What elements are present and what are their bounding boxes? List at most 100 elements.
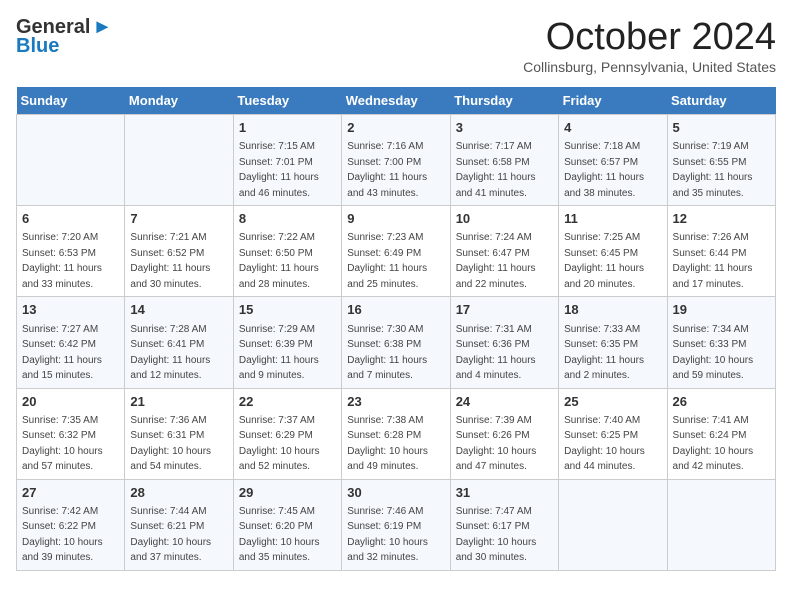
title-section: October 2024 Collinsburg, Pennsylvania, …	[523, 16, 776, 75]
day-info: Sunrise: 7:27 AMSunset: 6:42 PMDaylight:…	[22, 324, 102, 382]
day-number: 24	[456, 393, 553, 411]
weekday-header-sunday: Sunday	[17, 87, 125, 115]
calendar-cell: 20 Sunrise: 7:35 AMSunset: 6:32 PMDaylig…	[17, 388, 125, 479]
calendar-cell	[559, 479, 667, 570]
calendar-cell: 11 Sunrise: 7:25 AMSunset: 6:45 PMDaylig…	[559, 206, 667, 297]
day-number: 19	[673, 301, 770, 319]
calendar-cell: 12 Sunrise: 7:26 AMSunset: 6:44 PMDaylig…	[667, 206, 775, 297]
day-info: Sunrise: 7:25 AMSunset: 6:45 PMDaylight:…	[564, 232, 644, 290]
logo: General ► Blue	[16, 16, 112, 58]
weekday-header-tuesday: Tuesday	[233, 87, 341, 115]
calendar-cell	[17, 115, 125, 206]
day-info: Sunrise: 7:39 AMSunset: 6:26 PMDaylight:…	[456, 415, 537, 473]
day-info: Sunrise: 7:35 AMSunset: 6:32 PMDaylight:…	[22, 415, 103, 473]
calendar-cell	[667, 479, 775, 570]
day-number: 22	[239, 393, 336, 411]
calendar-cell: 15 Sunrise: 7:29 AMSunset: 6:39 PMDaylig…	[233, 297, 341, 388]
day-info: Sunrise: 7:33 AMSunset: 6:35 PMDaylight:…	[564, 324, 644, 382]
calendar-cell: 21 Sunrise: 7:36 AMSunset: 6:31 PMDaylig…	[125, 388, 233, 479]
day-number: 5	[673, 119, 770, 137]
day-info: Sunrise: 7:36 AMSunset: 6:31 PMDaylight:…	[130, 415, 211, 473]
day-info: Sunrise: 7:30 AMSunset: 6:38 PMDaylight:…	[347, 324, 427, 382]
calendar-week-row: 1 Sunrise: 7:15 AMSunset: 7:01 PMDayligh…	[17, 115, 776, 206]
calendar-cell: 4 Sunrise: 7:18 AMSunset: 6:57 PMDayligh…	[559, 115, 667, 206]
day-info: Sunrise: 7:15 AMSunset: 7:01 PMDaylight:…	[239, 141, 319, 199]
day-number: 17	[456, 301, 553, 319]
calendar-cell: 27 Sunrise: 7:42 AMSunset: 6:22 PMDaylig…	[17, 479, 125, 570]
calendar-cell: 26 Sunrise: 7:41 AMSunset: 6:24 PMDaylig…	[667, 388, 775, 479]
day-info: Sunrise: 7:38 AMSunset: 6:28 PMDaylight:…	[347, 415, 428, 473]
calendar-cell: 24 Sunrise: 7:39 AMSunset: 6:26 PMDaylig…	[450, 388, 558, 479]
calendar-cell: 3 Sunrise: 7:17 AMSunset: 6:58 PMDayligh…	[450, 115, 558, 206]
day-number: 13	[22, 301, 119, 319]
calendar-table: SundayMondayTuesdayWednesdayThursdayFrid…	[16, 87, 776, 571]
calendar-cell: 30 Sunrise: 7:46 AMSunset: 6:19 PMDaylig…	[342, 479, 450, 570]
weekday-header-saturday: Saturday	[667, 87, 775, 115]
day-info: Sunrise: 7:34 AMSunset: 6:33 PMDaylight:…	[673, 324, 754, 382]
day-number: 3	[456, 119, 553, 137]
calendar-cell: 17 Sunrise: 7:31 AMSunset: 6:36 PMDaylig…	[450, 297, 558, 388]
day-number: 4	[564, 119, 661, 137]
day-info: Sunrise: 7:29 AMSunset: 6:39 PMDaylight:…	[239, 324, 319, 382]
day-number: 25	[564, 393, 661, 411]
day-number: 15	[239, 301, 336, 319]
day-info: Sunrise: 7:21 AMSunset: 6:52 PMDaylight:…	[130, 232, 210, 290]
day-number: 26	[673, 393, 770, 411]
calendar-cell: 7 Sunrise: 7:21 AMSunset: 6:52 PMDayligh…	[125, 206, 233, 297]
calendar-cell: 25 Sunrise: 7:40 AMSunset: 6:25 PMDaylig…	[559, 388, 667, 479]
calendar-cell: 5 Sunrise: 7:19 AMSunset: 6:55 PMDayligh…	[667, 115, 775, 206]
day-info: Sunrise: 7:18 AMSunset: 6:57 PMDaylight:…	[564, 141, 644, 199]
calendar-cell: 2 Sunrise: 7:16 AMSunset: 7:00 PMDayligh…	[342, 115, 450, 206]
weekday-header-row: SundayMondayTuesdayWednesdayThursdayFrid…	[17, 87, 776, 115]
calendar-cell: 9 Sunrise: 7:23 AMSunset: 6:49 PMDayligh…	[342, 206, 450, 297]
weekday-header-thursday: Thursday	[450, 87, 558, 115]
day-number: 28	[130, 484, 227, 502]
day-number: 9	[347, 210, 444, 228]
day-info: Sunrise: 7:40 AMSunset: 6:25 PMDaylight:…	[564, 415, 645, 473]
location: Collinsburg, Pennsylvania, United States	[523, 59, 776, 75]
day-number: 2	[347, 119, 444, 137]
weekday-header-wednesday: Wednesday	[342, 87, 450, 115]
calendar-week-row: 20 Sunrise: 7:35 AMSunset: 6:32 PMDaylig…	[17, 388, 776, 479]
day-number: 27	[22, 484, 119, 502]
day-number: 30	[347, 484, 444, 502]
day-number: 16	[347, 301, 444, 319]
calendar-cell: 10 Sunrise: 7:24 AMSunset: 6:47 PMDaylig…	[450, 206, 558, 297]
day-number: 20	[22, 393, 119, 411]
day-number: 23	[347, 393, 444, 411]
day-info: Sunrise: 7:45 AMSunset: 6:20 PMDaylight:…	[239, 506, 320, 564]
calendar-cell: 18 Sunrise: 7:33 AMSunset: 6:35 PMDaylig…	[559, 297, 667, 388]
calendar-cell: 29 Sunrise: 7:45 AMSunset: 6:20 PMDaylig…	[233, 479, 341, 570]
day-number: 21	[130, 393, 227, 411]
day-info: Sunrise: 7:28 AMSunset: 6:41 PMDaylight:…	[130, 324, 210, 382]
day-info: Sunrise: 7:47 AMSunset: 6:17 PMDaylight:…	[456, 506, 537, 564]
calendar-cell: 16 Sunrise: 7:30 AMSunset: 6:38 PMDaylig…	[342, 297, 450, 388]
day-info: Sunrise: 7:23 AMSunset: 6:49 PMDaylight:…	[347, 232, 427, 290]
day-number: 1	[239, 119, 336, 137]
weekday-header-monday: Monday	[125, 87, 233, 115]
day-info: Sunrise: 7:46 AMSunset: 6:19 PMDaylight:…	[347, 506, 428, 564]
calendar-week-row: 13 Sunrise: 7:27 AMSunset: 6:42 PMDaylig…	[17, 297, 776, 388]
day-number: 12	[673, 210, 770, 228]
day-info: Sunrise: 7:37 AMSunset: 6:29 PMDaylight:…	[239, 415, 320, 473]
day-number: 31	[456, 484, 553, 502]
day-info: Sunrise: 7:31 AMSunset: 6:36 PMDaylight:…	[456, 324, 536, 382]
day-info: Sunrise: 7:44 AMSunset: 6:21 PMDaylight:…	[130, 506, 211, 564]
calendar-cell: 19 Sunrise: 7:34 AMSunset: 6:33 PMDaylig…	[667, 297, 775, 388]
day-info: Sunrise: 7:22 AMSunset: 6:50 PMDaylight:…	[239, 232, 319, 290]
calendar-cell	[125, 115, 233, 206]
logo-blue: Blue	[16, 35, 112, 58]
calendar-cell: 31 Sunrise: 7:47 AMSunset: 6:17 PMDaylig…	[450, 479, 558, 570]
calendar-cell: 23 Sunrise: 7:38 AMSunset: 6:28 PMDaylig…	[342, 388, 450, 479]
day-number: 18	[564, 301, 661, 319]
calendar-week-row: 6 Sunrise: 7:20 AMSunset: 6:53 PMDayligh…	[17, 206, 776, 297]
day-info: Sunrise: 7:26 AMSunset: 6:44 PMDaylight:…	[673, 232, 753, 290]
day-info: Sunrise: 7:41 AMSunset: 6:24 PMDaylight:…	[673, 415, 754, 473]
day-number: 29	[239, 484, 336, 502]
day-info: Sunrise: 7:42 AMSunset: 6:22 PMDaylight:…	[22, 506, 103, 564]
calendar-cell: 28 Sunrise: 7:44 AMSunset: 6:21 PMDaylig…	[125, 479, 233, 570]
day-number: 14	[130, 301, 227, 319]
calendar-cell: 8 Sunrise: 7:22 AMSunset: 6:50 PMDayligh…	[233, 206, 341, 297]
day-number: 11	[564, 210, 661, 228]
calendar-cell: 14 Sunrise: 7:28 AMSunset: 6:41 PMDaylig…	[125, 297, 233, 388]
